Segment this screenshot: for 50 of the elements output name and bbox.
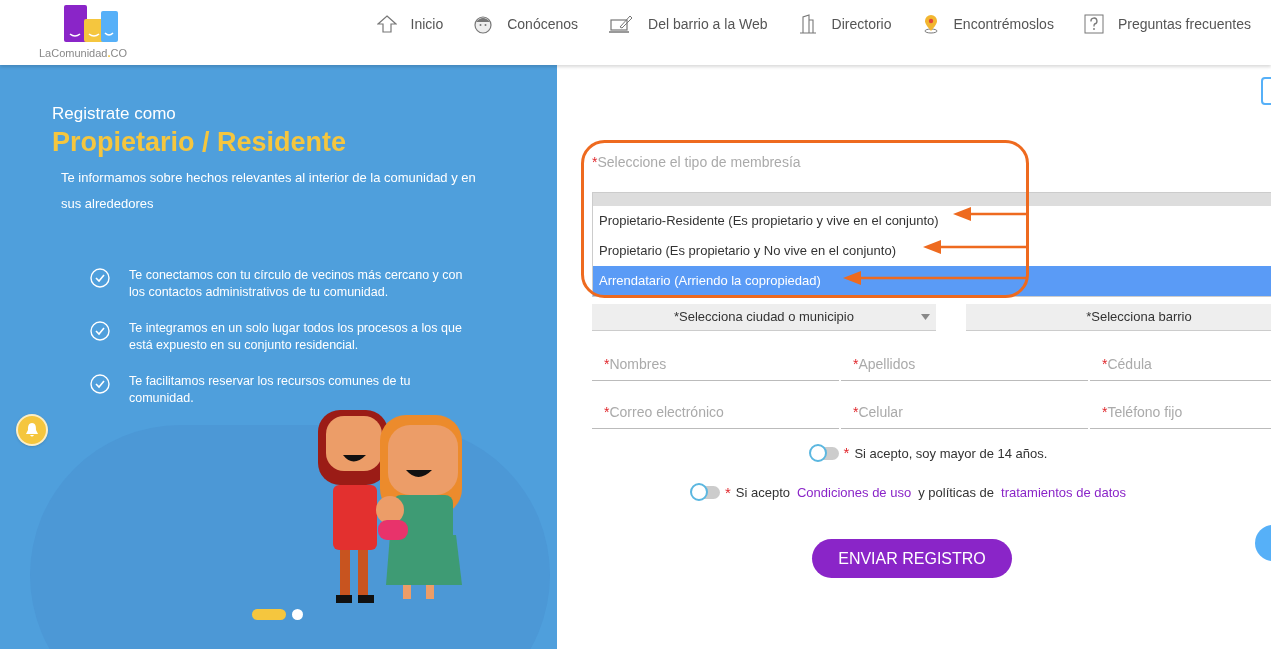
benefit-text: Te facilitamos reservar los recursos comunes de tu comunidad. [129, 373, 412, 407]
nav-link[interactable]: Conócenos [473, 13, 579, 35]
check-circle-icon [90, 268, 110, 288]
logo-dot: . [107, 46, 111, 62]
input-field[interactable]: *Correo electrónico [592, 397, 839, 429]
face-icon [473, 14, 494, 34]
nav-link[interactable]: Preguntas frecuentes [1083, 13, 1251, 35]
dropdown-option[interactable]: Propietario-Residente (Es propietario y vive en el conjunto) [593, 206, 1271, 236]
hero-intro: Te informamos sobre hechos relevantes al interior de la comunidad y en sus alrededores [61, 169, 477, 213]
consent-toggle[interactable] [810, 446, 839, 460]
input-field[interactable]: *Cédula [1090, 349, 1271, 381]
input-field[interactable]: *Apellidos [841, 349, 1088, 381]
select-dropdown[interactable]: *Selecciona barrio [966, 304, 1271, 331]
input-field[interactable]: *Teléfono fijo [1090, 397, 1271, 429]
nav-link[interactable]: Directorio [797, 13, 892, 35]
submit-button[interactable]: ENVIAR REGISTRO [812, 539, 1012, 578]
building-icon [797, 14, 818, 34]
consent-text: Si acepto [735, 484, 790, 502]
question-icon [1083, 14, 1104, 34]
required-mark: * [592, 153, 598, 172]
terms-link[interactable]: tratamientos de datos [1001, 483, 1127, 503]
notification-bell-button[interactable] [16, 414, 48, 446]
laptop-pen-icon [608, 14, 635, 34]
consent-text: Si acepto, soy mayor de 14 años. [854, 444, 1048, 463]
benefit-text: Te integramos en un solo lugar todos los procesos a los que está expuesto en su conjunto residencial. [129, 320, 463, 354]
home-icon [376, 15, 397, 33]
dropdown-option[interactable]: Propietario (Es propietario y No vive en el conjunto) [593, 236, 1271, 266]
nav-link[interactable]: Inicio [376, 13, 444, 35]
terms-link[interactable]: Condiciones de uso [796, 483, 912, 503]
consent-text: y políticas de [918, 484, 995, 502]
site-logo[interactable]: LaComunidad.CO [30, 3, 136, 62]
bell-icon [24, 422, 40, 438]
input-field[interactable]: *Celular [841, 397, 1088, 429]
membership-dropdown-list[interactable]: Propietario-Residente (Es propietario y vive en el conjunto) Propietario (Es propietario y No vive en el conjunto) Arrendatario (Arriendo la copropiedad) [592, 192, 1271, 297]
caret-down-icon [921, 314, 930, 320]
logo-suffix: CO [110, 46, 128, 62]
consent-toggle[interactable] [691, 486, 720, 500]
label-text: Seleccione el tipo de membresía [597, 153, 801, 172]
check-circle-icon [90, 374, 110, 394]
required-mark: * [724, 482, 731, 503]
hero-title: Propietario / Residente [52, 126, 348, 159]
nav-link[interactable]: Del barrio a la Web [608, 13, 768, 35]
check-circle-icon [90, 321, 110, 341]
select-dropdown[interactable]: *Selecciona ciudad o municipio [592, 304, 936, 331]
benefit-text: Te conectamos con tu círculo de vecinos más cercano y con los contactos administrativos de tu comunidad. [129, 267, 464, 301]
logo-text: LaComunidad [38, 46, 108, 62]
hero-kicker: Registrate como [52, 103, 177, 125]
required-mark: * [843, 443, 850, 463]
input-field[interactable]: *Nombres [592, 349, 839, 381]
nav-link[interactable]: Encontrémoslos [921, 13, 1054, 35]
